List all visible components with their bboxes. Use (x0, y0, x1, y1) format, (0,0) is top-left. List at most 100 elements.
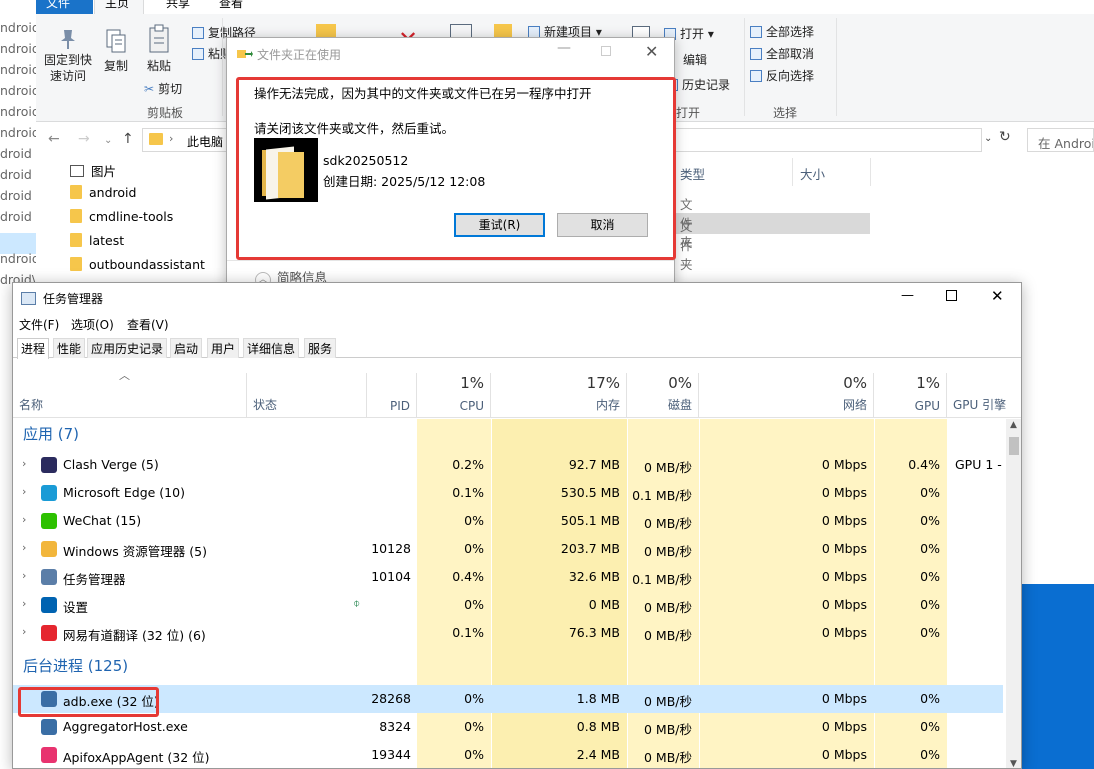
back-arrow-icon[interactable]: ← (48, 131, 60, 147)
nav-item[interactable]: cmdline-tools (70, 209, 173, 229)
cell-network: 0 Mbps (821, 513, 867, 528)
desktop-item-label[interactable]: ndroid\s (0, 125, 36, 140)
scroll-down-icon[interactable]: ▼ (1010, 759, 1017, 768)
cell-gpu: 0% (920, 569, 940, 584)
header-memory[interactable]: 17% 内存 (491, 373, 627, 418)
desktop-left-fragment: ndroid\s ndroid\s ndroid\s ndroid\s ndroid\s… (0, 20, 36, 287)
header-cpu[interactable]: 1% CPU (417, 373, 491, 418)
desktop-item-label[interactable]: ndroid\s (0, 20, 36, 35)
tab-processes[interactable]: 进程 (17, 338, 50, 359)
up-arrow-icon[interactable]: ↑ (122, 131, 134, 147)
tab-services[interactable]: 服务 (304, 338, 337, 358)
expand-chevron-icon[interactable]: › (22, 625, 26, 638)
tab-app-history[interactable]: 应用历史记录 (87, 338, 168, 358)
tab-details[interactable]: 详细信息 (243, 338, 300, 358)
dialog-message: 操作无法完成，因为其中的文件夹或文件已在另一程序中打开 (254, 86, 592, 101)
process-row[interactable]: › Microsoft Edge (10) 0.1% 530.5 MB 0.1 MB/秒… (13, 479, 1003, 507)
process-row[interactable]: › 任务管理器 10104 0.4% 32.6 MB 0.1 MB/秒 0 Mbps 0% (13, 563, 1003, 591)
wechat-icon (41, 513, 57, 529)
tab-file[interactable]: 文件 (36, 0, 93, 14)
task-manager-icon (41, 569, 57, 585)
desktop-item-label[interactable]: ndroid\s (0, 251, 36, 266)
process-row[interactable]: › Clash Verge (5) 0.2% 92.7 MB 0 MB/秒 0 Mbps 0… (13, 451, 1003, 479)
cancel-button[interactable]: 取消 (557, 213, 648, 237)
nav-item[interactable]: 图片 (70, 161, 116, 181)
address-path: 此电脑 (187, 135, 224, 149)
history-button[interactable]: 历史记录 (666, 76, 730, 93)
maximize-icon[interactable] (601, 46, 611, 56)
tab-startup[interactable]: 启动 (170, 338, 203, 358)
desktop-item-label[interactable]: droid (0, 146, 36, 161)
header-network[interactable]: 0% 网络 (699, 373, 874, 418)
desktop-item-label[interactable]: droid (0, 188, 36, 203)
process-name: Clash Verge (5) (63, 457, 159, 472)
nav-item[interactable]: latest (70, 233, 124, 253)
column-size[interactable]: 大小 (800, 164, 825, 183)
process-row[interactable]: AggregatorHost.exe 8324 0% 0.8 MB 0 MB/秒 0 Mb… (13, 713, 1003, 741)
expand-chevron-icon[interactable]: › (22, 597, 26, 610)
scrollbar-thumb[interactable] (1009, 437, 1019, 455)
address-dropdown-icon[interactable]: ⌄ (984, 133, 992, 144)
recent-dropdown-icon[interactable]: ⌄ (104, 135, 112, 146)
task-manager-tabs: 进程 性能 应用历史记录 启动 用户 详细信息 服务 (13, 336, 1021, 359)
minimize-icon[interactable]: — (557, 40, 571, 56)
header-pid[interactable]: PID (367, 373, 417, 418)
copy-button[interactable]: 复制 (96, 28, 136, 74)
expand-chevron-icon[interactable]: › (22, 485, 26, 498)
cell-gpu: 0% (920, 747, 940, 762)
process-row[interactable]: adb.exe (32 位) 28268 0% 1.8 MB 0 MB/秒 0 Mbps 0… (13, 685, 1003, 713)
minimize-icon[interactable]: — (901, 288, 914, 303)
close-icon[interactable]: ✕ (645, 42, 658, 61)
close-icon[interactable]: ✕ (991, 287, 1004, 305)
tab-users[interactable]: 用户 (207, 338, 240, 358)
pin-quick-access-button[interactable]: 固定到快 速访问 (42, 28, 94, 84)
desktop-item-label[interactable]: ndroid\s (0, 83, 36, 98)
invert-selection-icon (750, 70, 762, 82)
forward-arrow-icon[interactable]: → (78, 131, 90, 147)
header-gpu[interactable]: 1% GPU (874, 373, 947, 418)
header-status[interactable]: 状态 (247, 373, 367, 418)
menu-options[interactable]: 选项(O) (71, 316, 114, 333)
desktop-item-label[interactable]: droid (0, 209, 36, 224)
cut-button[interactable]: ✂ 剪切 (144, 80, 182, 97)
maximize-icon[interactable] (946, 290, 957, 301)
nav-item[interactable]: outboundassistant (70, 257, 205, 277)
tab-performance[interactable]: 性能 (53, 338, 86, 358)
retry-button[interactable]: 重试(R) (454, 213, 545, 237)
paste-button[interactable]: 粘贴 (139, 24, 179, 74)
process-row[interactable]: ApifoxAppAgent (32 位) 19344 0% 2.4 MB 0 MB/秒… (13, 741, 1003, 768)
column-type[interactable]: 类型 (680, 164, 705, 183)
desktop-item-label[interactable]: ndroid\s (0, 41, 36, 56)
desktop-item-label[interactable]: ndroid\s (0, 62, 36, 77)
process-row[interactable]: › 设置 ⌽ 0% 0 MB 0 MB/秒 0 Mbps 0% (13, 591, 1003, 619)
dialog-instruction: 请关闭该文件夹或文件，然后重试。 (254, 121, 455, 136)
tab-view[interactable]: 查看 (209, 0, 253, 14)
expand-chevron-icon[interactable]: › (22, 513, 26, 526)
select-none-button[interactable]: 全部取消 (750, 45, 814, 62)
header-disk[interactable]: 0% 磁盘 (627, 373, 699, 418)
expand-chevron-icon[interactable]: › (22, 457, 26, 470)
expand-chevron-icon[interactable]: › (22, 541, 26, 554)
process-row[interactable]: › 网易有道翻译 (32 位) (6) 0.1% 76.3 MB 0 MB/秒 0 Mbp… (13, 619, 1003, 647)
process-name: Microsoft Edge (10) (63, 485, 185, 500)
tab-home[interactable]: 主页 (94, 0, 144, 14)
process-row[interactable]: › Windows 资源管理器 (5) 10128 0% 203.7 MB 0 MB/秒 0… (13, 535, 1003, 563)
header-name[interactable]: 名称 (13, 373, 247, 418)
menu-view[interactable]: 查看(V) (127, 316, 169, 333)
vertical-scrollbar[interactable]: ▲ ▼ (1006, 419, 1021, 768)
scroll-up-icon[interactable]: ▲ (1010, 420, 1017, 430)
menu-file[interactable]: 文件(F) (19, 316, 59, 333)
process-row[interactable]: › WeChat (15) 0% 505.1 MB 0 MB/秒 0 Mbps 0% (13, 507, 1003, 535)
desktop-item-label[interactable]: droid (0, 167, 36, 182)
tab-share[interactable]: 共享 (156, 0, 200, 14)
nav-item[interactable]: android (70, 185, 136, 205)
task-manager-icon (21, 292, 36, 305)
refresh-icon[interactable]: ↻ (999, 129, 1011, 145)
search-input[interactable]: 在 Android (1027, 128, 1094, 152)
expand-chevron-icon[interactable]: › (22, 569, 26, 582)
cell-gpu: 0% (920, 485, 940, 500)
desktop-item-label[interactable]: ndroid\s (0, 104, 36, 119)
invert-selection-button[interactable]: 反向选择 (750, 67, 814, 84)
header-gpu-engine[interactable]: GPU 引擎 (947, 373, 1021, 418)
select-all-button[interactable]: 全部选择 (750, 23, 814, 40)
